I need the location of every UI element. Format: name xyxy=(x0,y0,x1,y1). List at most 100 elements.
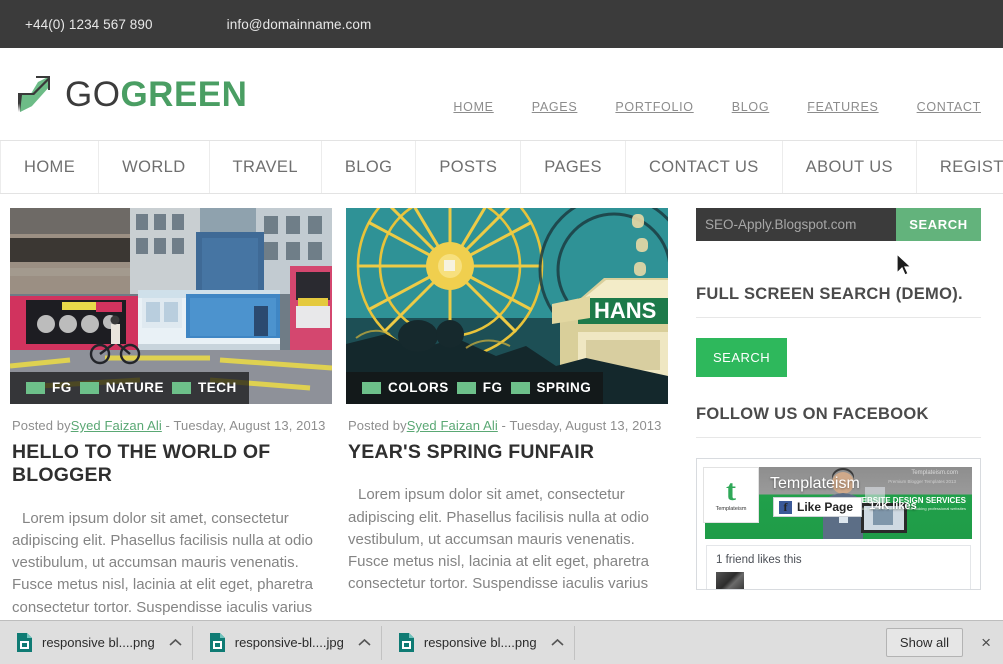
facebook-friends-section: 1 friend likes this xyxy=(706,545,971,589)
tag-label: SPRING xyxy=(536,380,592,395)
page-body: FG NATURE TECH Posted bySyed Faizan Ali … xyxy=(0,194,1003,641)
fullscreen-search-button[interactable]: SEARCH xyxy=(696,338,788,377)
topnav-item-contact[interactable]: CONTACT xyxy=(917,100,981,114)
tag-swatch-icon xyxy=(510,381,530,394)
tag-label: FG xyxy=(52,380,72,395)
post-excerpt: Lorem ipsum dolor sit amet, consectetur … xyxy=(348,486,649,593)
facebook-page-plugin[interactable]: Templateism.com Premium Blogger Template… xyxy=(696,458,981,590)
tag-label: COLORS xyxy=(388,380,449,395)
post-date: Tuesday, August 13, 2013 xyxy=(173,418,326,433)
topnav-item-home[interactable]: HOME xyxy=(453,100,493,114)
tag-item[interactable]: COLORS xyxy=(362,380,449,395)
tag-item[interactable]: FG xyxy=(26,380,72,395)
post-title[interactable]: HELLO TO THE WORLD OF BLOGGER xyxy=(12,441,332,488)
download-menu-chevron-up-icon[interactable] xyxy=(546,631,570,655)
download-filename: responsive-bl....jpg xyxy=(234,635,344,650)
menu-item-about-us[interactable]: ABOUT US xyxy=(783,141,917,193)
meta-separator: - xyxy=(161,418,174,433)
facebook-f-icon: f xyxy=(779,500,792,514)
svg-text:HANS: HANS xyxy=(594,298,656,323)
post-item: FG NATURE TECH Posted bySyed Faizan Ali … xyxy=(10,208,332,641)
file-icon xyxy=(17,633,32,652)
meta-separator: - xyxy=(497,418,510,433)
post-item: HANS COLORS FG SPRING Posted bySyed Faiz… xyxy=(346,208,668,641)
file-icon xyxy=(398,633,414,652)
download-item[interactable]: responsive bl....png xyxy=(388,625,575,660)
phone-number: +44(0) 1234 567 890 xyxy=(25,16,153,32)
topnav-item-pages[interactable]: PAGES xyxy=(532,100,578,114)
browser-viewport: +44(0) 1234 567 890 info@domainname.com … xyxy=(0,0,1003,664)
file-icon xyxy=(209,633,225,652)
tag-item[interactable]: FG xyxy=(456,380,503,395)
avatar-name: Templateism xyxy=(715,505,747,512)
download-filename: responsive bl....png xyxy=(42,635,155,650)
site-header: GOGREEN HOME PAGES PORTFOLIO BLOG FEATUR… xyxy=(0,48,1003,141)
facebook-page-name: Templateism xyxy=(770,475,860,492)
tag-item[interactable]: TECH xyxy=(172,380,237,395)
tag-swatch-icon xyxy=(456,381,476,394)
tag-swatch-icon xyxy=(172,381,191,394)
facebook-like-count: 14K likes xyxy=(869,500,917,512)
sidebar: SEARCH FULL SCREEN SEARCH (DEMO). SEARCH… xyxy=(696,208,981,641)
tag-label: FG xyxy=(482,380,503,395)
facebook-like-button[interactable]: f Like Page xyxy=(773,497,863,517)
search-input[interactable] xyxy=(696,208,896,241)
like-page-label: Like Page xyxy=(797,500,854,514)
menu-item-contact-us[interactable]: CONTACT US xyxy=(626,141,783,193)
posted-by-label: Posted by xyxy=(348,418,407,433)
logo[interactable]: GOGREEN xyxy=(12,74,247,114)
main-menu: HOME WORLD TRAVEL BLOG POSTS PAGES CONTA… xyxy=(0,141,1003,194)
tag-swatch-icon xyxy=(362,381,381,394)
download-item[interactable]: responsive bl....png xyxy=(6,625,193,660)
post-thumbnail[interactable]: HANS COLORS FG SPRING xyxy=(346,208,668,404)
menu-item-pages[interactable]: PAGES xyxy=(521,141,626,193)
facebook-widget: FOLLOW US ON FACEBOOK Templateism.com Pr… xyxy=(696,405,981,590)
close-download-bar-icon[interactable]: × xyxy=(975,634,997,651)
sidebar-search: SEARCH xyxy=(696,208,981,241)
top-contact-bar: +44(0) 1234 567 890 info@domainname.com xyxy=(0,0,1003,48)
cover-url-text: Templateism.com xyxy=(911,470,958,476)
tag-label: NATURE xyxy=(105,380,164,395)
friends-like-text: 1 friend likes this xyxy=(716,554,802,566)
fullscreen-search-widget: FULL SCREEN SEARCH (DEMO). SEARCH xyxy=(696,285,981,377)
logo-text-green: GREEN xyxy=(120,74,248,114)
topnav-item-features[interactable]: FEATURES xyxy=(807,100,878,114)
top-navigation: HOME PAGES PORTFOLIO BLOG FEATURES CONTA… xyxy=(453,100,981,114)
topnav-item-portfolio[interactable]: PORTFOLIO xyxy=(615,100,693,114)
tag-label: TECH xyxy=(198,380,237,395)
menu-item-home[interactable]: HOME xyxy=(0,141,100,193)
show-all-downloads-button[interactable]: Show all xyxy=(885,628,964,657)
facebook-page-avatar: t Templateism xyxy=(703,467,759,523)
email-address: info@domainname.com xyxy=(226,16,372,32)
download-menu-chevron-up-icon[interactable] xyxy=(164,631,188,655)
menu-item-posts[interactable]: POSTS xyxy=(416,141,522,193)
post-thumbnail[interactable]: FG NATURE TECH xyxy=(10,208,332,404)
post-date: Tuesday, August 13, 2013 xyxy=(509,418,662,433)
post-title[interactable]: YEAR'S SPRING FUNFAIR xyxy=(348,441,668,464)
post-meta: Posted bySyed Faizan Ali - Tuesday, Augu… xyxy=(12,418,332,433)
download-filename: responsive bl....png xyxy=(423,635,537,650)
download-menu-chevron-up-icon[interactable] xyxy=(353,631,377,655)
tag-swatch-icon xyxy=(26,381,45,394)
search-button[interactable]: SEARCH xyxy=(896,208,981,241)
posted-by-label: Posted by xyxy=(12,418,71,433)
topnav-item-blog[interactable]: BLOG xyxy=(732,100,770,114)
post-author-link[interactable]: Syed Faizan Ali xyxy=(407,418,498,433)
tag-swatch-icon xyxy=(79,381,99,394)
post-tags: FG NATURE TECH xyxy=(10,372,249,404)
tag-item[interactable]: SPRING xyxy=(510,380,592,395)
download-bar: responsive bl....png responsive-bl....jp… xyxy=(0,620,1003,664)
menu-item-registers[interactable]: REGISTERS xyxy=(917,141,1003,193)
download-item[interactable]: responsive-bl....jpg xyxy=(199,625,382,660)
facebook-heading: FOLLOW US ON FACEBOOK xyxy=(696,405,981,438)
menu-item-world[interactable]: WORLD xyxy=(99,141,210,193)
arrow-logo-icon xyxy=(18,76,50,112)
menu-item-blog[interactable]: BLOG xyxy=(322,141,417,193)
post-author-link[interactable]: Syed Faizan Ali xyxy=(71,418,162,433)
logo-text: GOGREEN xyxy=(65,77,247,112)
post-excerpt: Lorem ipsum dolor sit amet, consectetur … xyxy=(12,509,313,616)
menu-item-travel[interactable]: TRAVEL xyxy=(210,141,322,193)
tag-item[interactable]: NATURE xyxy=(79,380,164,395)
avatar-letter: t xyxy=(726,474,736,508)
friend-avatar[interactable] xyxy=(716,572,744,589)
